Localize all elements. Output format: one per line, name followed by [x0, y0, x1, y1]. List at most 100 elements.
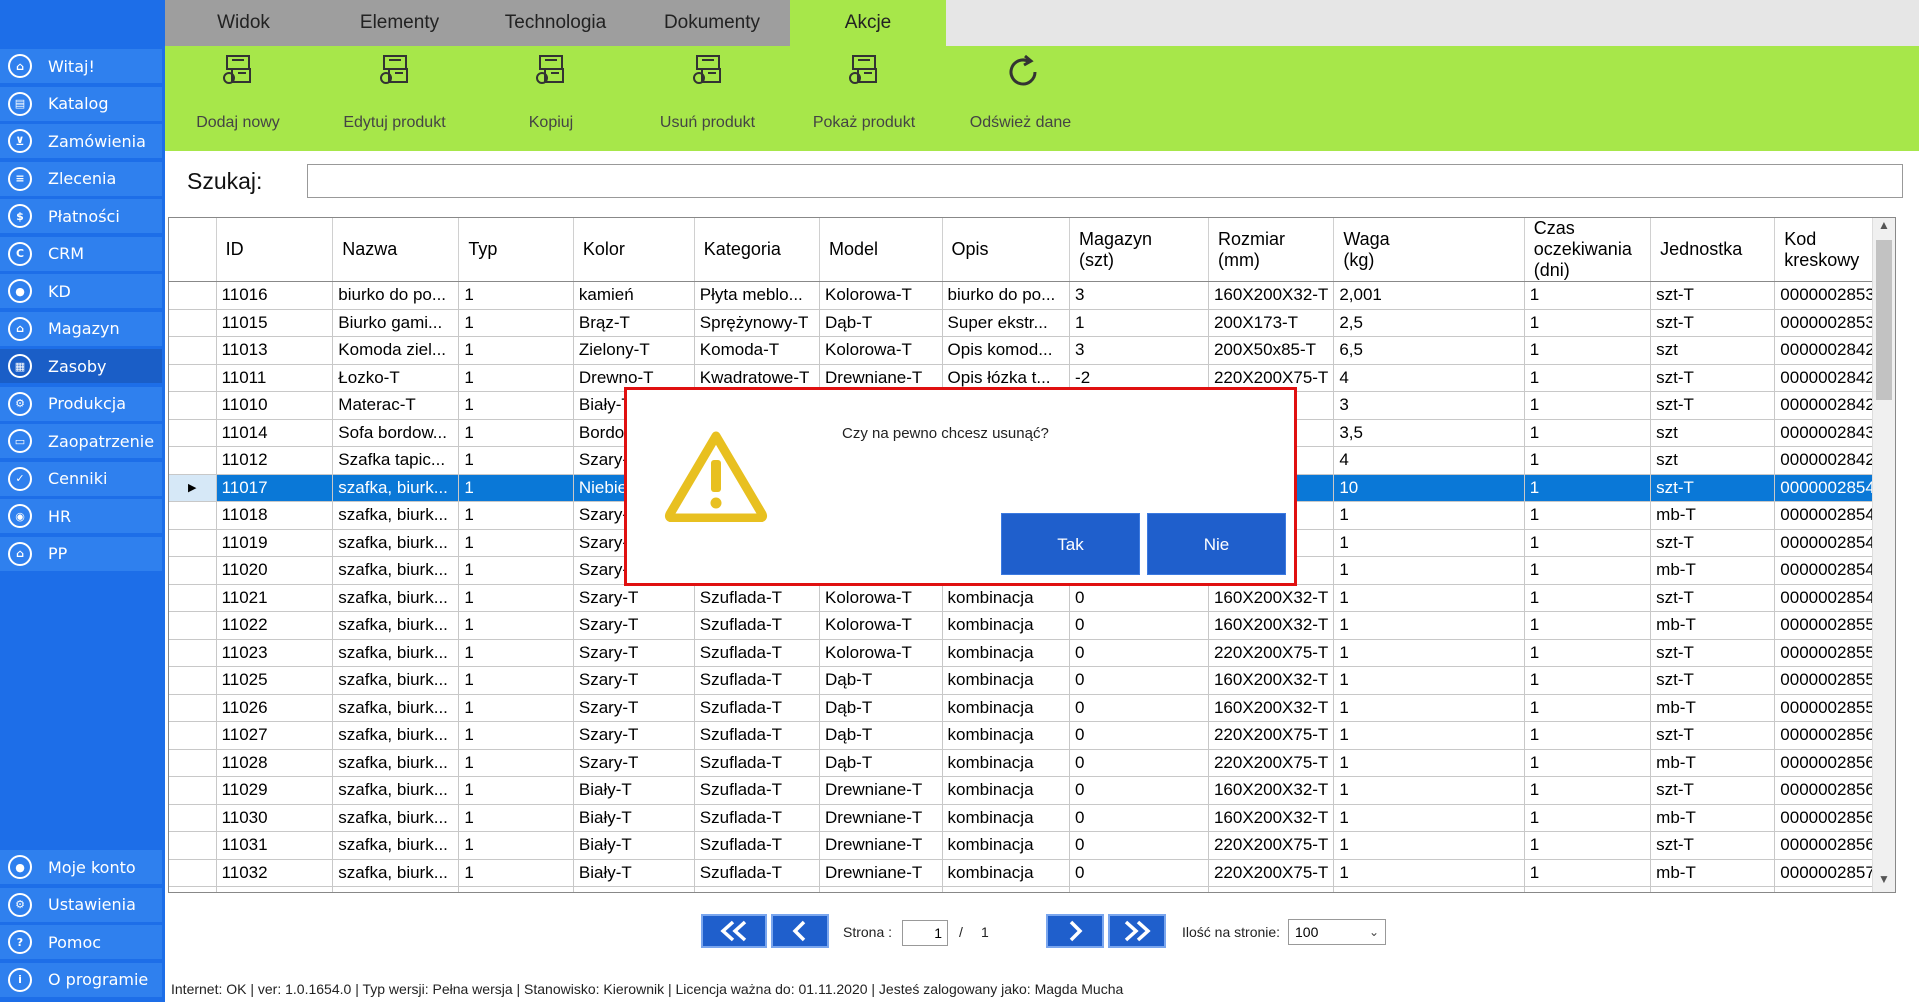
- table-cell[interactable]: 1: [458, 364, 574, 392]
- ribbon-button-2[interactable]: Kopiuj: [481, 46, 621, 151]
- table-cell[interactable]: szt-T: [1650, 886, 1776, 892]
- table-cell[interactable]: kombinacja: [942, 859, 1071, 887]
- table-cell[interactable]: 0: [1069, 639, 1209, 667]
- table-cell[interactable]: 11011: [216, 364, 334, 392]
- table-cell[interactable]: szt-T: [1650, 309, 1776, 337]
- table-cell[interactable]: 1: [458, 776, 574, 805]
- table-cell[interactable]: Szary-T: [573, 584, 695, 612]
- table-cell[interactable]: 11030: [216, 804, 334, 832]
- table-cell[interactable]: kombinacja: [942, 886, 1071, 892]
- table-cell[interactable]: 1: [458, 529, 574, 557]
- table-cell[interactable]: 1: [458, 804, 574, 832]
- tab-akcje[interactable]: Akcje: [790, 0, 946, 46]
- sidebar-bottom-item-1[interactable]: ⚙ Ustawienia: [0, 887, 162, 922]
- row-header[interactable]: [169, 584, 217, 612]
- column-header[interactable]: Rozmiar (mm): [1208, 218, 1335, 282]
- table-cell[interactable]: 1: [1524, 721, 1652, 750]
- table-cell[interactable]: 220X200X75-T: [1208, 859, 1335, 887]
- sidebar-item-1[interactable]: ▤ Katalog: [0, 86, 162, 121]
- table-cell[interactable]: Biały-T: [573, 776, 695, 805]
- row-header[interactable]: [169, 694, 217, 722]
- table-cell[interactable]: 0: [1069, 666, 1209, 695]
- table-cell[interactable]: szt-T: [1650, 721, 1776, 750]
- table-cell[interactable]: 1: [1333, 611, 1525, 640]
- table-row[interactable]: 11026 szafka, biurk... 1 Szary-T Szuflada-T D…: [169, 694, 1895, 722]
- table-row[interactable]: 11029 szafka, biurk... 1 Biały-T Szuflada-T D…: [169, 776, 1895, 805]
- table-cell[interactable]: 1: [1333, 804, 1525, 832]
- table-cell[interactable]: 1: [1333, 584, 1525, 612]
- table-cell[interactable]: szafka, biurk...: [332, 474, 460, 502]
- table-cell[interactable]: Kolorowa-T: [819, 281, 943, 310]
- table-cell[interactable]: Drewniane-T: [819, 804, 943, 832]
- table-cell[interactable]: szafka, biurk...: [332, 584, 460, 612]
- table-cell[interactable]: Łozko-T: [332, 364, 460, 392]
- column-header[interactable]: Waga (kg): [1333, 218, 1525, 282]
- table-cell[interactable]: 1: [1524, 529, 1652, 557]
- table-cell[interactable]: Kolorowa-T: [819, 639, 943, 667]
- table-cell[interactable]: 11031: [216, 831, 334, 860]
- table-row[interactable]: 11022 szafka, biurk... 1 Szary-T Szuflada-T K…: [169, 611, 1895, 640]
- table-cell[interactable]: 1: [1333, 721, 1525, 750]
- table-cell[interactable]: Brąz-T: [573, 309, 695, 337]
- table-cell[interactable]: Szuflada-T: [694, 721, 821, 750]
- table-cell[interactable]: 1: [1524, 501, 1652, 530]
- table-cell[interactable]: 11018: [216, 501, 334, 530]
- table-cell[interactable]: kombinacja: [942, 611, 1071, 640]
- table-cell[interactable]: szafka, biurk...: [332, 749, 460, 777]
- table-cell[interactable]: 1: [458, 831, 574, 860]
- table-cell[interactable]: 1: [458, 584, 574, 612]
- table-cell[interactable]: Dąb-T: [819, 721, 943, 750]
- table-cell[interactable]: Komoda ziel...: [332, 336, 460, 365]
- sidebar-bottom-item-3[interactable]: i O programie: [0, 962, 162, 997]
- table-cell[interactable]: Opis komod...: [942, 336, 1071, 365]
- table-cell[interactable]: Dąb-T: [819, 666, 943, 695]
- table-cell[interactable]: szafka, biurk...: [332, 831, 460, 860]
- table-cell[interactable]: Drewniane-T: [819, 859, 943, 887]
- table-cell[interactable]: 1: [1333, 666, 1525, 695]
- table-cell[interactable]: 11017: [216, 474, 334, 502]
- table-cell[interactable]: Dąb-T: [819, 309, 943, 337]
- row-header[interactable]: [169, 419, 217, 447]
- table-cell[interactable]: 1: [1333, 749, 1525, 777]
- table-row[interactable]: 11013 Komoda ziel... 1 Zielony-T Komoda-T Kol…: [169, 336, 1895, 365]
- table-cell[interactable]: 11013: [216, 336, 334, 365]
- table-cell[interactable]: kombinacja: [942, 666, 1071, 695]
- table-cell[interactable]: 11020: [216, 556, 334, 585]
- row-header[interactable]: [169, 639, 217, 667]
- table-cell[interactable]: szafka, biurk...: [332, 529, 460, 557]
- search-input[interactable]: [307, 164, 1903, 198]
- table-cell[interactable]: 2,5: [1333, 309, 1525, 337]
- column-header[interactable]: Typ: [458, 218, 574, 282]
- row-header[interactable]: [169, 859, 217, 887]
- table-cell[interactable]: 0: [1069, 611, 1209, 640]
- sidebar-bottom-item-0[interactable]: ● Moje konto: [0, 850, 162, 884]
- table-cell[interactable]: Szuflada-T: [694, 804, 821, 832]
- table-cell[interactable]: 1: [1524, 831, 1652, 860]
- table-cell[interactable]: 1: [458, 281, 574, 310]
- table-cell[interactable]: szafka, biurk...: [332, 639, 460, 667]
- table-row[interactable]: 11027 szafka, biurk... 1 Szary-T Szuflada-T D…: [169, 721, 1895, 750]
- table-cell[interactable]: 200X173-T: [1208, 309, 1335, 337]
- table-row[interactable]: 11030 szafka, biurk... 1 Biały-T Szuflada-T D…: [169, 804, 1895, 832]
- scroll-down-icon[interactable]: ▼: [1873, 872, 1895, 892]
- table-cell[interactable]: 3,5: [1333, 419, 1525, 447]
- table-cell[interactable]: 1: [458, 859, 574, 887]
- table-cell[interactable]: kombinacja: [942, 804, 1071, 832]
- table-cell[interactable]: Szuflada-T: [694, 639, 821, 667]
- table-cell[interactable]: 6,5: [1333, 336, 1525, 365]
- column-header[interactable]: Magazyn (szt): [1069, 218, 1209, 282]
- table-cell[interactable]: Komoda-T: [694, 336, 821, 365]
- table-cell[interactable]: szt-T: [1650, 831, 1776, 860]
- table-cell[interactable]: 1: [1524, 584, 1652, 612]
- table-cell[interactable]: biurko do po...: [332, 281, 460, 310]
- row-header[interactable]: [169, 281, 217, 310]
- row-header[interactable]: [169, 776, 217, 805]
- table-cell[interactable]: kamień: [573, 281, 695, 310]
- table-cell[interactable]: Super ekstr...: [942, 309, 1071, 337]
- table-cell[interactable]: Drewniane-T: [819, 776, 943, 805]
- row-header[interactable]: ▶: [169, 474, 217, 502]
- table-cell[interactable]: kombinacja: [942, 584, 1071, 612]
- table-cell[interactable]: 220X200X75-T: [1208, 749, 1335, 777]
- table-cell[interactable]: 11027: [216, 721, 334, 750]
- table-cell[interactable]: 11023: [216, 639, 334, 667]
